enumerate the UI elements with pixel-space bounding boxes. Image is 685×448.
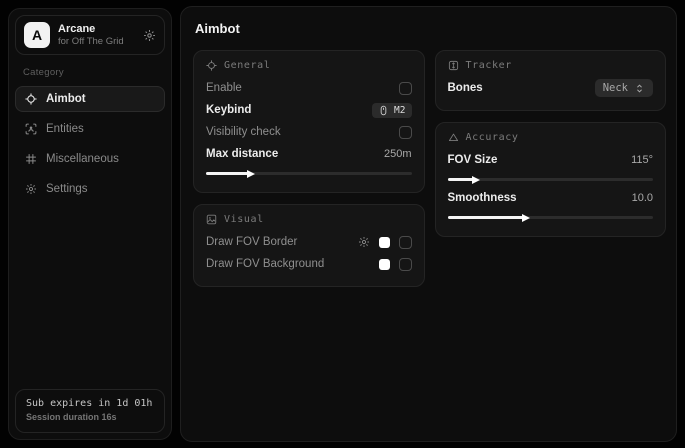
app-title-block: Arcane for Off The Grid <box>58 23 135 48</box>
crosshair-icon <box>25 93 37 105</box>
tracker-card-header: Tracker <box>448 60 654 71</box>
fov-size-label: FOV Size <box>448 154 498 166</box>
card-title: Visual <box>224 214 264 225</box>
app-name: Arcane <box>58 23 135 36</box>
triangle-icon <box>448 132 459 143</box>
app-subtitle: for Off The Grid <box>58 36 135 48</box>
session-duration-text: Session duration 16s <box>26 411 154 424</box>
main-panel: Aimbot General Enable K <box>180 6 677 442</box>
slider-fill <box>448 216 524 219</box>
sidebar-item-label: Miscellaneous <box>46 153 119 165</box>
slider-fill <box>206 172 249 175</box>
draw-fov-border-row: Draw FOV Border <box>206 231 412 253</box>
general-card: General Enable Keybind M2 <box>193 50 425 193</box>
subscription-info: Sub expires in 1d 01h Session duration 1… <box>15 389 165 433</box>
card-title: Accuracy <box>466 132 519 143</box>
keybind-value: M2 <box>394 105 405 116</box>
smoothness-label: Smoothness <box>448 192 517 204</box>
entities-scan-icon <box>25 123 37 135</box>
visual-card-header: Visual <box>206 214 412 225</box>
gear-icon[interactable] <box>143 29 156 42</box>
keybind-label: Keybind <box>206 104 251 116</box>
fov-size-row: FOV Size 115° <box>448 149 654 171</box>
draw-fov-background-label: Draw FOV Background <box>206 258 324 270</box>
gear-icon <box>25 183 37 195</box>
max-distance-row: Max distance 250m <box>206 143 412 165</box>
visibility-check-label: Visibility check <box>206 126 281 138</box>
bones-select[interactable]: Neck <box>595 79 653 97</box>
keybind-row: Keybind M2 <box>206 99 412 121</box>
sidebar-nav: Aimbot Entities Miscellaneous Settings <box>15 86 165 202</box>
enable-row: Enable <box>206 77 412 99</box>
sidebar-item-miscellaneous[interactable]: Miscellaneous <box>15 146 165 172</box>
app-header: A Arcane for Off The Grid <box>15 15 165 55</box>
card-title: Tracker <box>466 60 512 71</box>
slider-thumb[interactable] <box>247 170 255 178</box>
visual-card: Visual Draw FOV Border Draw <box>193 204 425 287</box>
max-distance-slider[interactable] <box>206 172 412 175</box>
enable-label: Enable <box>206 82 242 94</box>
visibility-check-row: Visibility check <box>206 121 412 143</box>
bones-label: Bones <box>448 82 483 94</box>
bones-selected-value: Neck <box>603 82 628 94</box>
app-logo: A <box>24 22 50 48</box>
slider-fill <box>448 178 475 181</box>
visibility-check-checkbox[interactable] <box>399 126 412 139</box>
accuracy-card: Accuracy FOV Size 115° Smoothness 10.0 <box>435 122 667 237</box>
fov-size-slider[interactable] <box>448 178 654 181</box>
max-distance-label: Max distance <box>206 148 278 160</box>
slider-thumb[interactable] <box>522 214 530 222</box>
tracker-icon <box>448 60 459 71</box>
gear-icon[interactable] <box>358 236 370 248</box>
sub-expiry-text: Sub expires in 1d 01h <box>26 397 154 411</box>
sidebar-item-settings[interactable]: Settings <box>15 176 165 202</box>
sidebar-item-entities[interactable]: Entities <box>15 116 165 142</box>
image-icon <box>206 214 217 225</box>
accuracy-card-header: Accuracy <box>448 132 654 143</box>
category-label: Category <box>23 67 159 78</box>
chevrons-up-down-icon <box>634 83 645 94</box>
slider-thumb[interactable] <box>472 176 480 184</box>
app-window: A Arcane for Off The Grid Category Aimbo… <box>0 0 685 448</box>
draw-fov-background-checkbox[interactable] <box>399 258 412 271</box>
sidebar: A Arcane for Off The Grid Category Aimbo… <box>8 8 172 440</box>
max-distance-value: 250m <box>384 148 412 160</box>
draw-fov-background-row: Draw FOV Background <box>206 253 412 275</box>
sidebar-item-aimbot[interactable]: Aimbot <box>15 86 165 112</box>
draw-fov-border-checkbox[interactable] <box>399 236 412 249</box>
smoothness-row: Smoothness 10.0 <box>448 187 654 209</box>
sidebar-item-label: Settings <box>46 183 88 195</box>
smoothness-value: 10.0 <box>632 192 653 204</box>
page-title: Aimbot <box>195 21 666 36</box>
enable-checkbox[interactable] <box>399 82 412 95</box>
keybind-button[interactable]: M2 <box>372 103 411 118</box>
fov-border-color-swatch[interactable] <box>379 237 390 248</box>
general-card-header: General <box>206 60 412 71</box>
mouse-icon <box>378 105 389 116</box>
fov-size-value: 115° <box>631 154 653 166</box>
grid-icon <box>25 153 37 165</box>
bones-row: Bones Neck <box>448 77 654 99</box>
sidebar-item-label: Entities <box>46 123 84 135</box>
smoothness-slider[interactable] <box>448 216 654 219</box>
card-title: General <box>224 60 270 71</box>
sidebar-item-label: Aimbot <box>46 93 86 105</box>
fov-background-color-swatch[interactable] <box>379 259 390 270</box>
draw-fov-border-label: Draw FOV Border <box>206 236 297 248</box>
tracker-card: Tracker Bones Neck <box>435 50 667 111</box>
crosshair-icon <box>206 60 217 71</box>
